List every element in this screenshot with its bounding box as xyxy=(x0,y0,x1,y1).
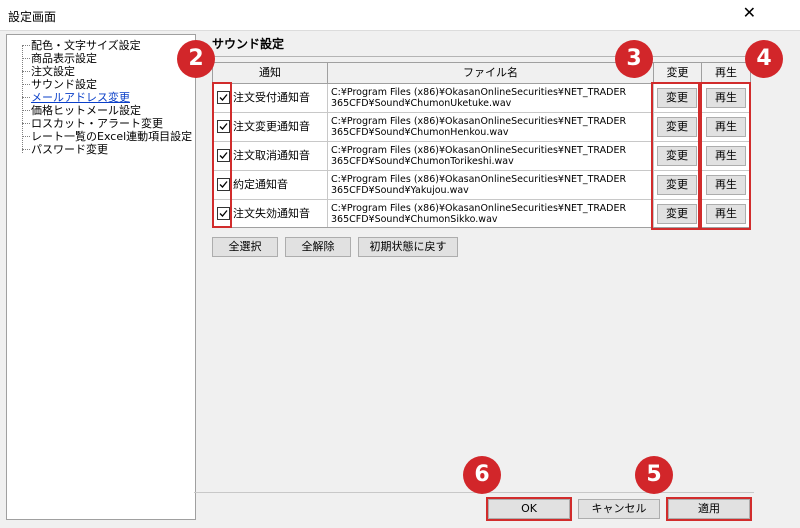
tree-item-sound[interactable]: サウンド設定 xyxy=(31,78,97,91)
close-icon[interactable]: ✕ xyxy=(743,5,756,21)
notify-label: 注文変更通知音 xyxy=(233,120,310,133)
file-cell: C:¥Program Files (x86)¥OkasanOnlineSecur… xyxy=(328,200,654,227)
section-divider xyxy=(212,56,750,57)
tree-item-order[interactable]: 注文設定 xyxy=(31,65,75,78)
tree-connector xyxy=(22,149,30,150)
notify-label: 注文受付通知音 xyxy=(233,91,310,104)
select-all-button[interactable]: 全選択 xyxy=(212,237,278,257)
cancel-button[interactable]: キャンセル xyxy=(578,499,660,519)
file-path: 365CFD¥Sound¥Yakujou.wav xyxy=(331,185,469,196)
tree-item-losscut-alert[interactable]: ロスカット・アラート変更 xyxy=(31,117,163,130)
file-path: 365CFD¥Sound¥ChumonUketuke.wav xyxy=(331,98,512,109)
tree-connector xyxy=(22,110,30,111)
file-path: 365CFD¥Sound¥ChumonTorikeshi.wav xyxy=(331,156,514,167)
checkbox-column-highlight xyxy=(212,82,232,228)
tree-connector xyxy=(22,45,30,46)
play-column-highlight xyxy=(700,82,751,230)
callout-badge-5: 5 xyxy=(635,456,673,494)
column-header-play: 再生 xyxy=(702,63,750,84)
tree-connector xyxy=(22,58,30,59)
file-path: 365CFD¥Sound¥ChumonSikko.wav xyxy=(331,214,498,225)
file-path: C:¥Program Files (x86)¥OkasanOnlineSecur… xyxy=(331,145,627,156)
section-title: サウンド設定 xyxy=(212,37,285,51)
callout-badge-3: 3 xyxy=(615,40,653,78)
tree-item-color-font[interactable]: 配色・文字サイズ設定 xyxy=(31,39,141,52)
callout-badge-4: 4 xyxy=(745,40,783,78)
change-column-highlight xyxy=(651,82,700,230)
tree-connector xyxy=(22,71,30,72)
file-path: C:¥Program Files (x86)¥OkasanOnlineSecur… xyxy=(331,203,627,214)
tree-connector xyxy=(22,136,30,137)
reset-defaults-button[interactable]: 初期状態に戻す xyxy=(358,237,458,257)
tree-item-password[interactable]: パスワード変更 xyxy=(31,143,108,156)
tree-item-rate-excel[interactable]: レート一覧のExcel連動項目設定 xyxy=(31,130,192,143)
column-header-file: ファイル名 xyxy=(328,63,654,84)
callout-badge-2: 2 xyxy=(177,40,215,78)
deselect-all-button[interactable]: 全解除 xyxy=(285,237,351,257)
settings-window: 設定画面 ✕ 配色・文字サイズ設定 商品表示設定 注文設定 サウンド設定 メール… xyxy=(0,0,800,528)
tree-connector xyxy=(22,84,30,85)
tree-connector xyxy=(22,97,30,98)
file-path: C:¥Program Files (x86)¥OkasanOnlineSecur… xyxy=(331,87,627,98)
notify-label: 注文取消通知音 xyxy=(233,149,310,162)
callout-badge-6: 6 xyxy=(463,456,501,494)
file-path: C:¥Program Files (x86)¥OkasanOnlineSecur… xyxy=(331,174,627,185)
tree-item-product-display[interactable]: 商品表示設定 xyxy=(31,52,97,65)
tree-connector xyxy=(22,123,30,124)
settings-tree: 配色・文字サイズ設定 商品表示設定 注文設定 サウンド設定 メールアドレス変更 … xyxy=(6,34,196,520)
tree-item-email-change[interactable]: メールアドレス変更 xyxy=(31,91,130,104)
file-path: C:¥Program Files (x86)¥OkasanOnlineSecur… xyxy=(331,116,627,127)
notify-label: 注文失効通知音 xyxy=(233,207,310,220)
ok-button-highlight xyxy=(486,497,572,521)
tree-item-price-hit-mail[interactable]: 価格ヒットメール設定 xyxy=(31,104,141,117)
file-cell: C:¥Program Files (x86)¥OkasanOnlineSecur… xyxy=(328,171,654,200)
file-cell: C:¥Program Files (x86)¥OkasanOnlineSecur… xyxy=(328,84,654,113)
file-path: 365CFD¥Sound¥ChumonHenkou.wav xyxy=(331,127,509,138)
file-cell: C:¥Program Files (x86)¥OkasanOnlineSecur… xyxy=(328,113,654,142)
column-header-notify: 通知 xyxy=(213,63,328,84)
file-cell: C:¥Program Files (x86)¥OkasanOnlineSecur… xyxy=(328,142,654,171)
title-bar: 設定画面 ✕ xyxy=(0,0,800,31)
apply-button-highlight xyxy=(666,497,752,521)
notify-label: 約定通知音 xyxy=(233,178,288,191)
window-title: 設定画面 xyxy=(8,10,57,24)
column-header-change: 変更 xyxy=(654,63,702,84)
